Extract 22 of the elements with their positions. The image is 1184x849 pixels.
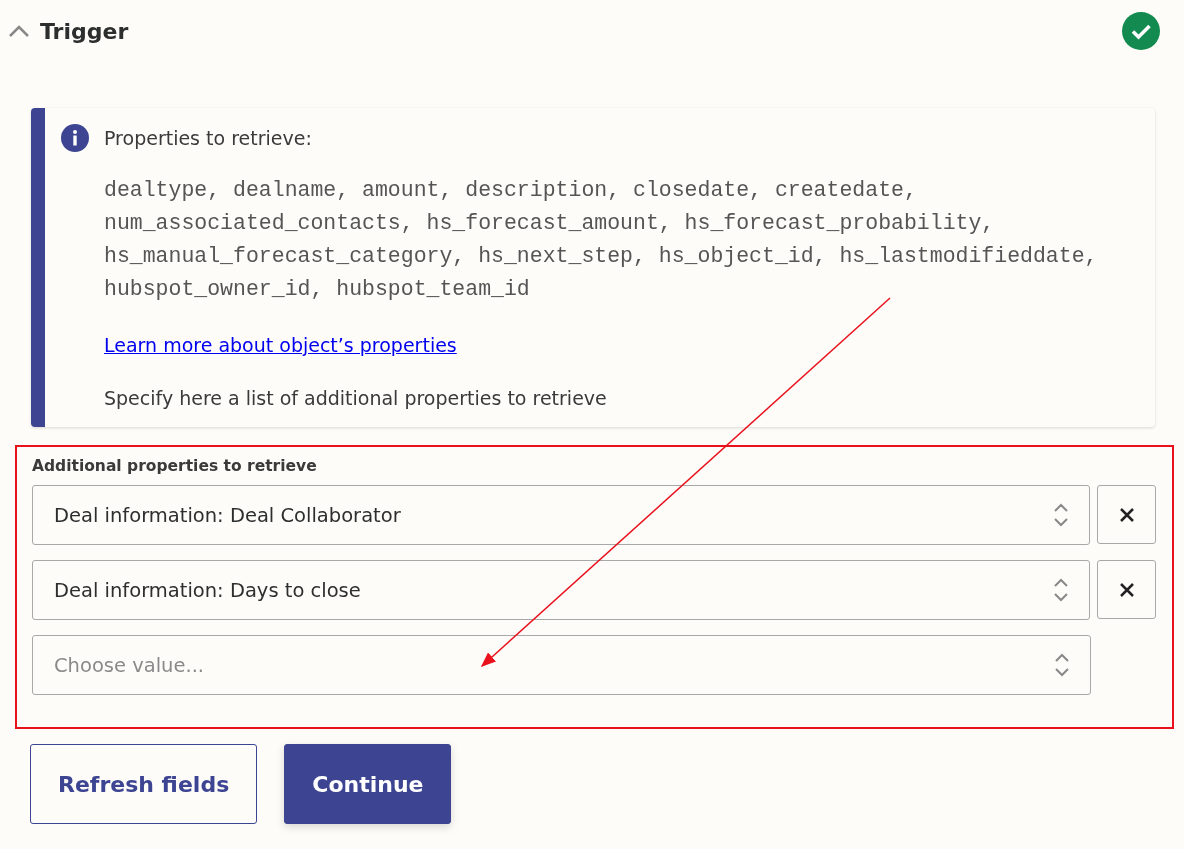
close-icon [1118,506,1135,523]
continue-button[interactable]: Continue [284,744,452,824]
chevron-updown-icon [1053,577,1070,603]
select-field[interactable]: Deal information: Deal Collaborator [32,485,1091,545]
refresh-button[interactable]: Refresh fields [30,744,258,824]
section-title: Trigger [40,18,130,44]
property-list-line: dealtype, dealname, amount, description, closedate, createdate, [104,177,918,204]
learn-more-link[interactable]: Learn more about object’s properties [104,334,457,356]
info-icon [60,123,90,153]
chevron-updown-icon [1053,502,1070,528]
select-field[interactable]: Deal information: Days to close [32,560,1091,620]
remove-button[interactable] [1097,485,1156,544]
chevron-up-icon[interactable] [8,24,30,38]
remove-button[interactable] [1097,560,1156,619]
info-title: Properties to retrieve: [104,126,313,151]
property-list-line: hubspot_owner_id, hubspot_team_id [104,276,531,303]
field-label: Additional properties to retrieve [32,457,318,475]
close-icon [1118,581,1135,598]
property-list-line: hs_manual_forecast_category, hs_next_step, hs_object_id, hs_lastmodifieddate, [104,243,1098,270]
property-list-line: num_associated_contacts, hs_forecast_amount, hs_forecast_probability, [104,210,996,237]
chevron-updown-icon [1054,652,1070,678]
info-note: Specify here a list of additional properties to retrieve [104,387,608,409]
